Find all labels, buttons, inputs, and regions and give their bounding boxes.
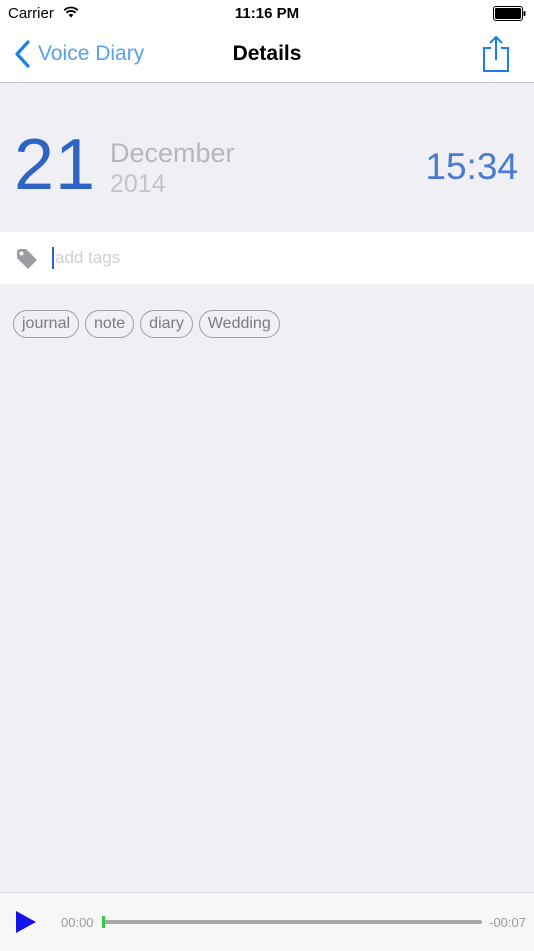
tag-chip[interactable]: journal	[13, 310, 80, 338]
status-time: 11:16 PM	[234, 5, 300, 22]
tag-chip[interactable]: Wedding	[198, 310, 280, 338]
progress-thumb[interactable]	[102, 916, 105, 928]
play-icon[interactable]	[15, 910, 37, 934]
entry-year: 2014	[110, 170, 166, 198]
tag-list: journal note diary Wedding	[13, 310, 280, 338]
playback-progress-bar[interactable]	[102, 916, 482, 928]
entry-time: 15:34	[425, 146, 518, 187]
share-icon[interactable]	[482, 35, 510, 73]
elapsed-time: 00:00	[61, 915, 94, 930]
tag-icon	[17, 249, 37, 269]
entry-month: December	[110, 138, 235, 168]
entry-date-panel: 21 December 2014 15:34	[0, 83, 534, 232]
status-bar: Carrier 11:16 PM	[0, 0, 534, 28]
tag-chip[interactable]: diary	[140, 310, 193, 338]
add-tags-input[interactable]	[55, 244, 495, 272]
tag-chip[interactable]: note	[85, 310, 135, 338]
audio-player: 00:00 -00:07	[0, 892, 534, 951]
tag-input-row	[0, 232, 534, 284]
battery-icon	[493, 6, 526, 21]
entry-day: 21	[14, 125, 97, 205]
navigation-bar: Voice Diary Details	[0, 28, 534, 83]
remaining-time: -00:07	[489, 915, 526, 930]
text-cursor	[52, 247, 54, 269]
page-title: Details	[232, 42, 302, 65]
